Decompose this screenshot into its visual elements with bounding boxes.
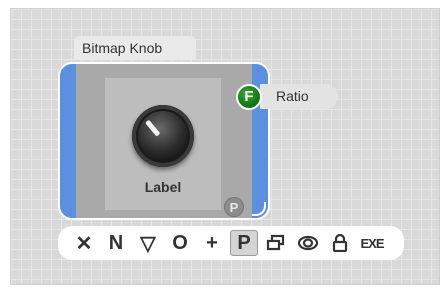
knob-label: Label <box>144 179 182 195</box>
delete-button[interactable]: ✕ <box>70 230 98 256</box>
knob-pointer-icon <box>145 119 161 137</box>
triangle-down-icon: ▽ <box>140 232 156 255</box>
filter-button[interactable]: ▽ <box>134 230 162 256</box>
exe-icon: EXE <box>360 235 384 251</box>
view-button[interactable] <box>294 230 322 256</box>
window-button[interactable] <box>262 230 290 256</box>
close-icon: ✕ <box>75 232 93 255</box>
f-badge-icon[interactable]: F <box>236 84 262 110</box>
lock-button[interactable] <box>326 230 354 256</box>
circle-icon: O <box>172 231 188 254</box>
knob-control[interactable] <box>132 105 194 167</box>
eye-icon <box>297 235 319 251</box>
property-ratio-label[interactable]: Ratio <box>260 84 338 109</box>
widget-title: Bitmap Knob <box>74 36 196 60</box>
add-button[interactable]: + <box>198 230 226 256</box>
p-icon: P <box>237 231 251 254</box>
window-icon <box>266 234 285 251</box>
exe-button[interactable]: EXE <box>358 230 386 256</box>
lock-icon <box>332 234 348 252</box>
p-badge-icon[interactable]: P <box>224 197 244 217</box>
property-button[interactable]: P <box>230 230 258 256</box>
plus-icon: + <box>206 231 218 254</box>
name-button[interactable]: N <box>102 230 130 256</box>
n-icon: N <box>108 231 124 254</box>
circle-button[interactable]: O <box>166 230 194 256</box>
widget-toolbar: ✕ N ▽ O + P EXE <box>58 226 404 260</box>
